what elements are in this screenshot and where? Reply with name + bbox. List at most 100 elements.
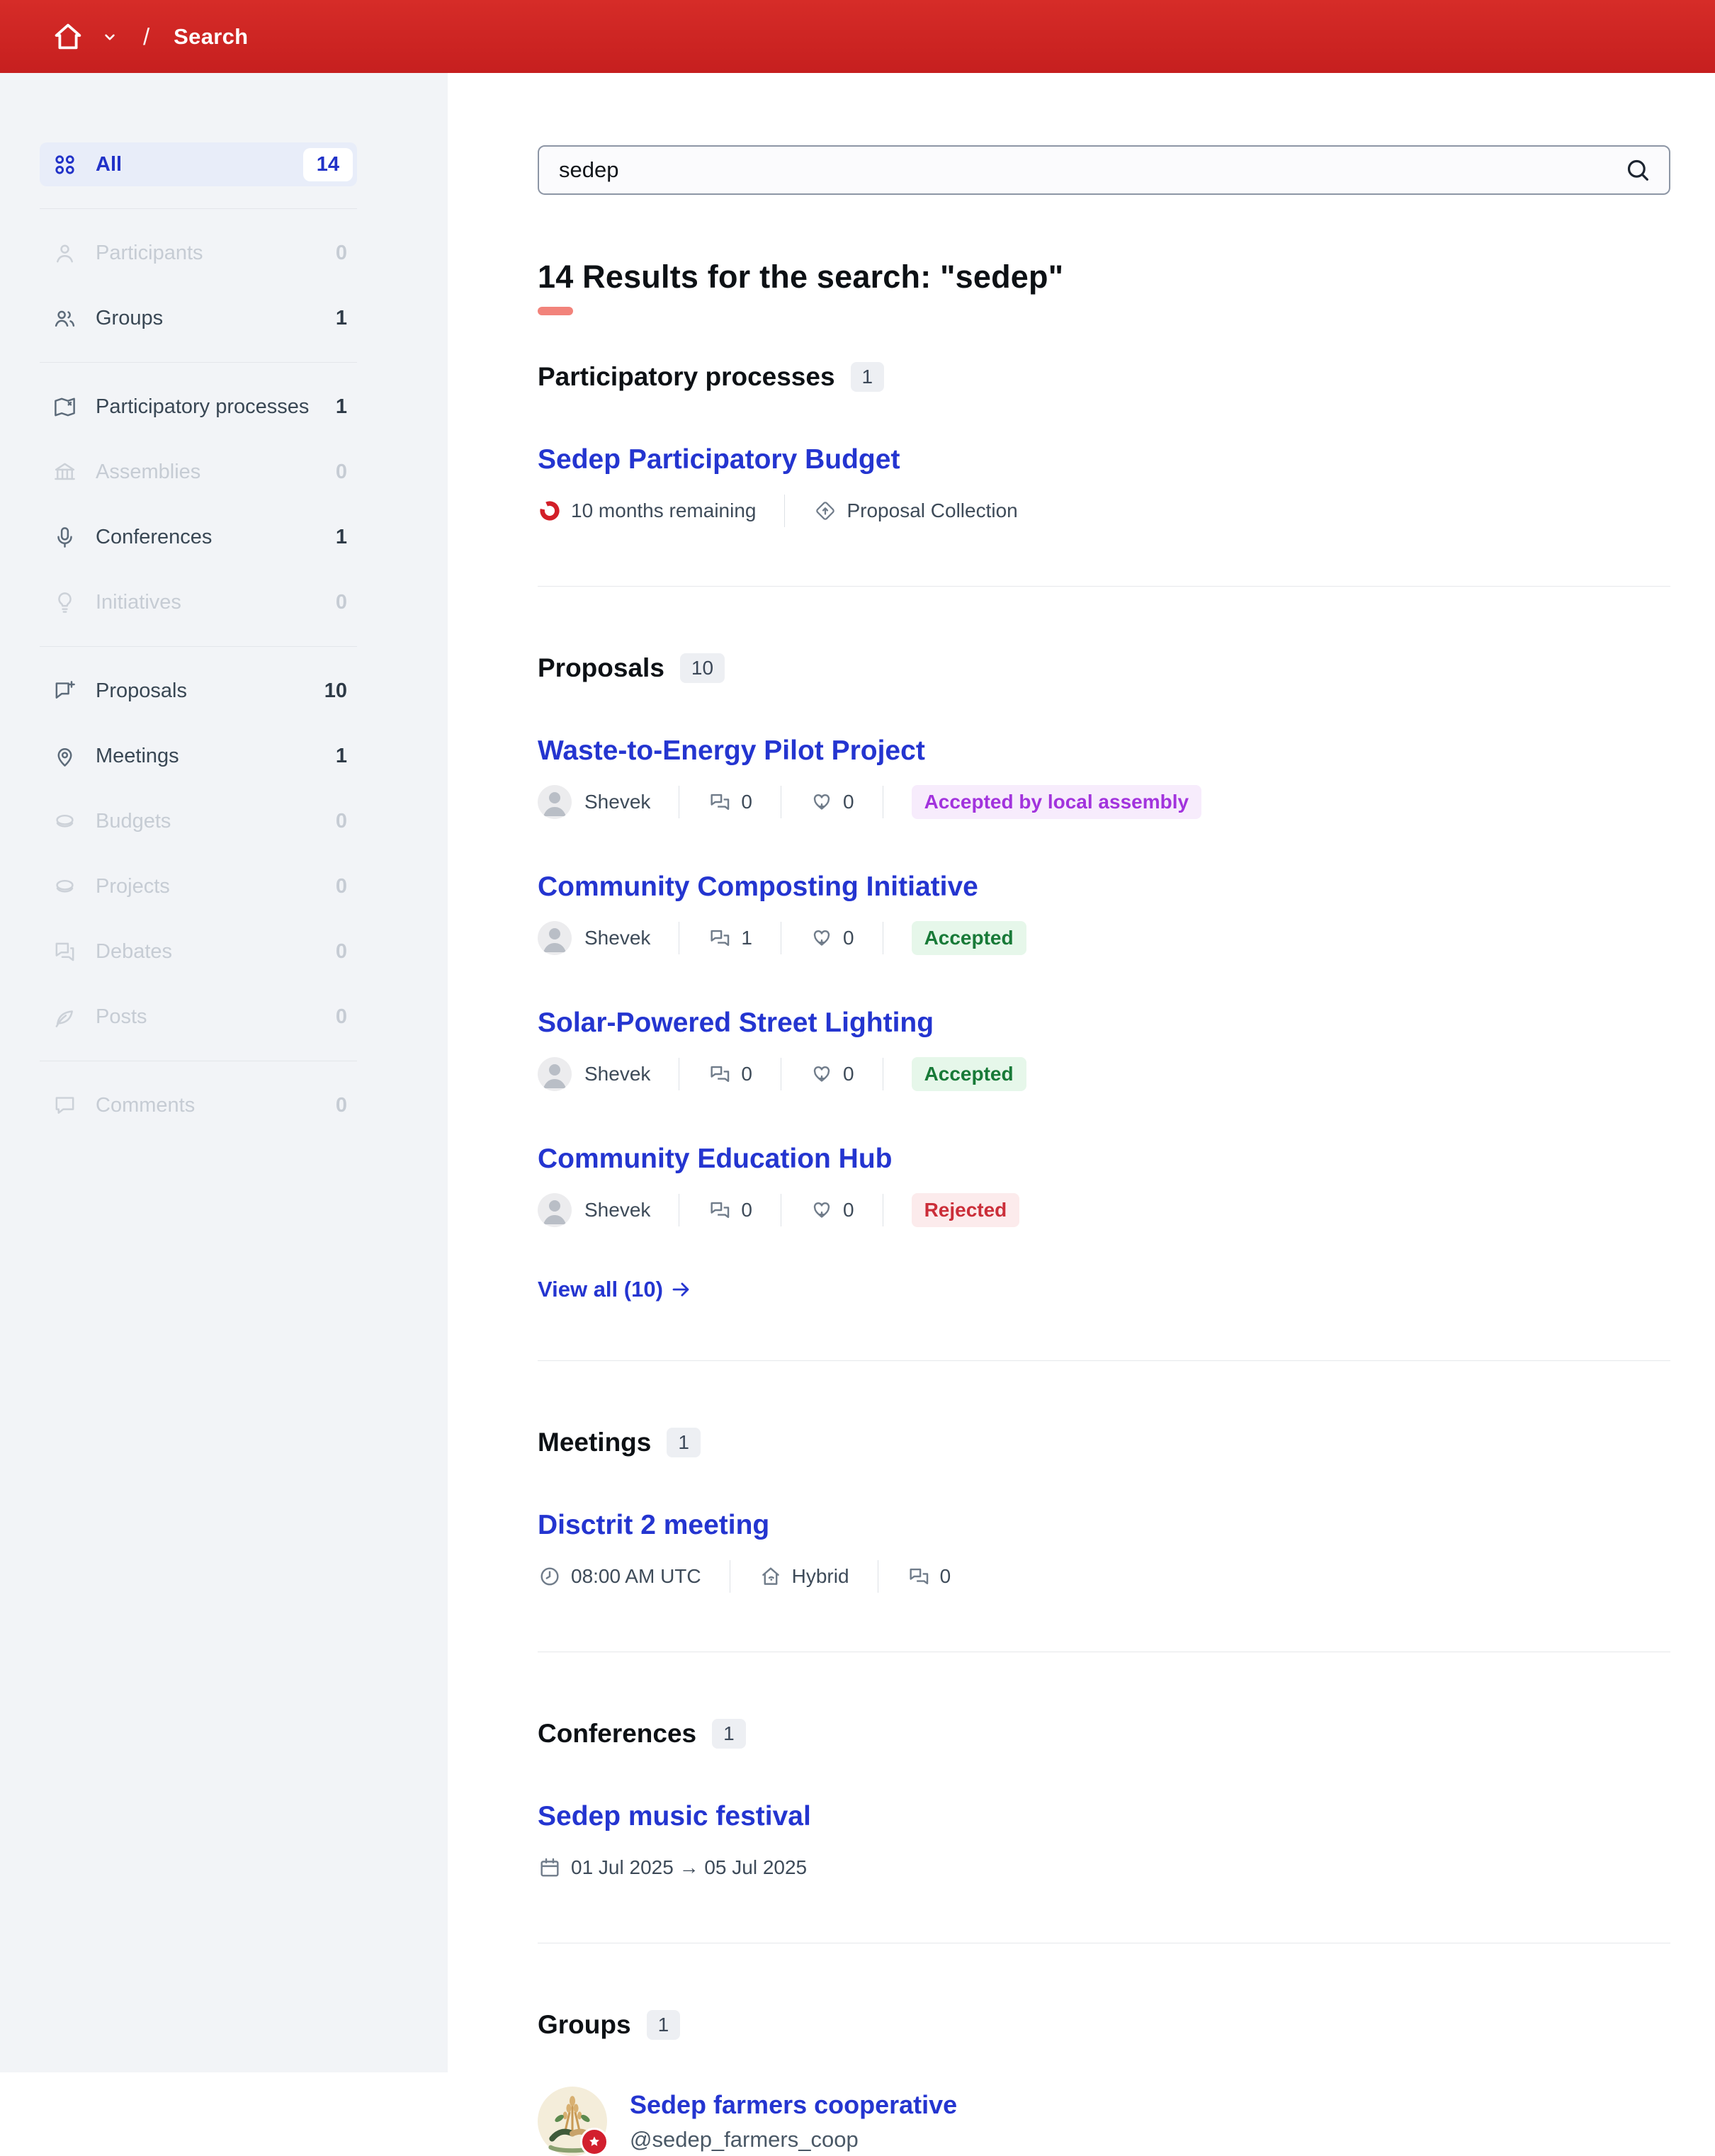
sidebar-item-label: Conferences (96, 525, 213, 548)
view-all-proposals-link[interactable]: View all (10) (538, 1277, 691, 1302)
sidebar-item-count: 1 (335, 395, 347, 418)
sidebar-item-count: 0 (335, 874, 347, 898)
sidebar-item-count: 1 (335, 525, 347, 548)
quill-icon (52, 1005, 77, 1029)
section-meetings: Meetings 1 (538, 1428, 1670, 1457)
coin-icon (52, 809, 77, 834)
avatar (538, 1057, 572, 1091)
sidebar-item-initiatives[interactable]: Initiatives 0 (40, 580, 357, 624)
proposal-link[interactable]: Solar-Powered Street Lighting (538, 1008, 934, 1039)
sidebar-item-posts[interactable]: Posts 0 (40, 995, 357, 1039)
meeting-mode: Hybrid (791, 1565, 849, 1587)
sidebar-item-label: Posts (96, 1005, 147, 1028)
section-title: Meetings (538, 1428, 652, 1457)
process-link[interactable]: Sedep Participatory Budget (538, 444, 900, 475)
results-heading: 14 Results for the search: "sedep" (538, 259, 1064, 295)
sidebar-item-meetings[interactable]: Meetings 1 (40, 734, 357, 778)
sidebar-item-proposals[interactable]: Proposals 10 (40, 669, 357, 713)
sidebar-item-participatory-processes[interactable]: Participatory processes 1 (40, 385, 357, 429)
group-handle: @sedep_farmers_coop (630, 2127, 859, 2152)
conference-link[interactable]: Sedep music festival (538, 1801, 811, 1832)
author-name: Shevek (584, 1199, 651, 1221)
section-title: Conferences (538, 1719, 697, 1748)
sidebar-item-conferences[interactable]: Conferences 1 (40, 515, 357, 559)
heading-underline (538, 307, 573, 315)
sidebar-item-label: Meetings (96, 744, 179, 767)
sidebar-item-count: 0 (335, 1005, 347, 1028)
comments-icon (907, 1564, 931, 1588)
endorsements-icon (810, 926, 834, 950)
verified-star-icon (580, 2128, 609, 2156)
comments-icon (708, 790, 732, 814)
sidebar-item-all[interactable]: All 14 (40, 142, 357, 186)
comments-count: 0 (741, 791, 752, 813)
sidebar-item-projects[interactable]: Projects 0 (40, 864, 357, 908)
meeting-link[interactable]: Disctrit 2 meeting (538, 1510, 769, 1541)
home-icon[interactable] (51, 20, 85, 54)
map-icon (52, 395, 77, 419)
section-groups: Groups 1 (538, 2010, 1670, 2040)
proposal-link[interactable]: Waste-to-Energy Pilot Project (538, 735, 925, 767)
sidebar-item-label: Assemblies (96, 460, 201, 483)
sidebar-item-assemblies[interactable]: Assemblies 0 (40, 450, 357, 494)
sidebar-item-debates[interactable]: Debates 0 (40, 930, 357, 973)
user-icon (52, 241, 77, 266)
chevron-down-icon[interactable] (101, 28, 119, 46)
sidebar-item-label: Initiatives (96, 590, 181, 614)
sidebar-item-groups[interactable]: Groups 1 (40, 296, 357, 340)
time-remaining-label: 10 months remaining (571, 500, 757, 521)
sidebar-item-count: 0 (335, 590, 347, 614)
sidebar-item-count: 1 (335, 744, 347, 767)
section-count-badge: 1 (646, 2010, 681, 2040)
chat-plus-icon (52, 679, 77, 704)
search-input[interactable] (559, 157, 1624, 183)
group-avatar (538, 2087, 609, 2156)
section-title: Proposals (538, 653, 664, 682)
sidebar-item-label: Comments (96, 1093, 196, 1117)
conference-dates: 01 Jul 2025 → 05 Jul 2025 (571, 1856, 808, 1878)
page-title: Search (174, 23, 249, 49)
sidebar-item-label: All (96, 152, 123, 176)
endorsements-count: 0 (842, 927, 854, 949)
sidebar-divider (40, 646, 357, 647)
sidebar-divider (40, 362, 357, 363)
sidebar-item-count: 0 (335, 460, 347, 483)
sidebar-item-budgets[interactable]: Budgets 0 (40, 799, 357, 843)
section-count-badge: 1 (712, 1719, 746, 1749)
section-count-badge: 10 (679, 653, 725, 683)
chat-double-icon (52, 939, 77, 964)
group-name-link[interactable]: Sedep farmers cooperative (630, 2090, 957, 2120)
users-icon (52, 306, 77, 331)
proposal-link[interactable]: Community Education Hub (538, 1144, 893, 1175)
sidebar-item-label: Budgets (96, 809, 171, 833)
sidebar-item-count: 1 (335, 306, 347, 329)
endorsements-icon (810, 1062, 834, 1086)
status-badge: Accepted (911, 921, 1026, 955)
clock-icon (538, 1564, 562, 1588)
endorsements-icon (810, 790, 834, 814)
sidebar-item-count: 0 (335, 939, 347, 963)
group-result-item[interactable]: Sedep farmers cooperative @sedep_farmers… (538, 2087, 1670, 2156)
proposal-link[interactable]: Community Composting Initiative (538, 871, 978, 903)
sidebar-item-label: Groups (96, 306, 164, 329)
view-all-label: View all (10) (538, 1277, 663, 1302)
sidebar-divider (40, 208, 357, 209)
hybrid-icon (759, 1564, 783, 1588)
section-title: Groups (538, 2010, 631, 2039)
process-step-label: Proposal Collection (847, 500, 1018, 521)
section-participatory-processes: Participatory processes 1 (538, 362, 1670, 392)
status-badge: Accepted by local assembly (911, 785, 1202, 819)
meta-divider (784, 495, 786, 527)
sidebar-item-count: 0 (335, 809, 347, 833)
sidebar-item-participants[interactable]: Participants 0 (40, 231, 357, 275)
breadcrumb-separator: / (143, 23, 150, 50)
section-conferences: Conferences 1 (538, 1719, 1670, 1749)
sidebar-item-comments[interactable]: Comments 0 (40, 1083, 357, 1127)
section-divider (538, 586, 1670, 587)
comments-icon (708, 926, 732, 950)
search-icon[interactable] (1624, 156, 1652, 184)
avatar (538, 785, 572, 819)
coin-icon (52, 874, 77, 899)
endorsements-count: 0 (842, 1063, 854, 1085)
proposal-meta: Shevek 1 0 Accepted (538, 921, 1670, 955)
